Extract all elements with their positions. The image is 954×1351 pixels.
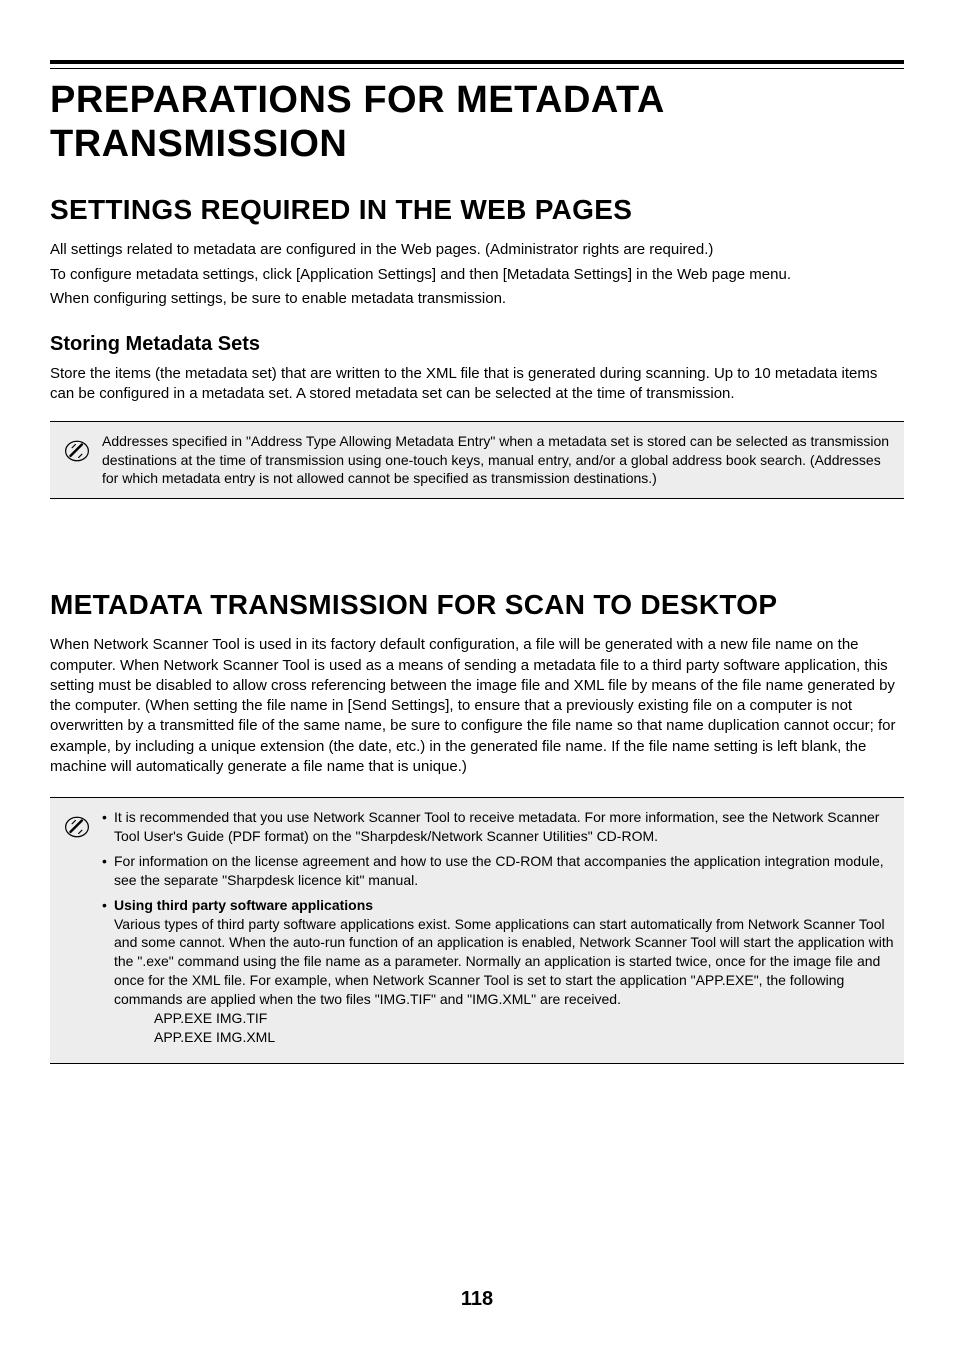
bullet-mark-icon: • [102, 852, 114, 871]
bullet-lead: Using third party software applications [114, 897, 373, 913]
bullet-mark-icon: • [102, 896, 114, 915]
note-text-1: Addresses specified in "Address Type All… [102, 432, 894, 489]
cmd-line-2: APP.EXE IMG.XML [114, 1028, 894, 1047]
section-title-2: METADATA TRANSMISSION FOR SCAN TO DESKTO… [50, 589, 904, 621]
bullet-body: Using third party software applications … [114, 896, 894, 1047]
section1-subtitle: Storing Metadata Sets [50, 333, 904, 356]
note-block-1: Addresses specified in "Address Type All… [50, 421, 904, 500]
bullet-text: Various types of third party software ap… [114, 916, 894, 1008]
section1-p3: When configuring settings, be sure to en… [50, 289, 904, 309]
section1-p2: To configure metadata settings, click [A… [50, 265, 904, 285]
note-text-2: • It is recommended that you use Network… [102, 808, 894, 1053]
section1-sub-p: Store the items (the metadata set) that … [50, 364, 904, 405]
note-icon [60, 432, 94, 464]
chapter-title: PREPARATIONS FOR METADATA TRANSMISSION [50, 79, 904, 166]
bullet-mark-icon: • [102, 808, 114, 827]
bullet-item: • Using third party software application… [102, 896, 894, 1047]
bullet-body: For information on the license agreement… [114, 852, 894, 890]
bullet-item: • It is recommended that you use Network… [102, 808, 894, 846]
section-title-1: SETTINGS REQUIRED IN THE WEB PAGES [50, 194, 904, 226]
section1-p1: All settings related to metadata are con… [50, 240, 904, 260]
cmd-line-1: APP.EXE IMG.TIF [114, 1009, 894, 1028]
section2-p1: When Network Scanner Tool is used in its… [50, 635, 904, 777]
bullet-item: • For information on the license agreeme… [102, 852, 894, 890]
note-icon [60, 808, 94, 840]
heavy-rule [50, 60, 904, 64]
page-number: 118 [0, 1288, 954, 1311]
bullet-body: It is recommended that you use Network S… [114, 808, 894, 846]
thin-rule [50, 68, 904, 69]
note-block-2: • It is recommended that you use Network… [50, 797, 904, 1064]
